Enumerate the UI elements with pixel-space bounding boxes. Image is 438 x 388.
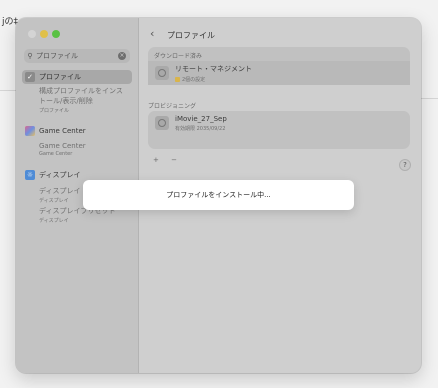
sidebar-item-profiles[interactable]: ✓ プロファイル	[22, 70, 132, 84]
search-input[interactable]: ⚲ プロファイル ×	[24, 49, 130, 63]
sidebar-subresult-install-profiles[interactable]: 構成プロファイルをインストール/表示/削除 プロファイル	[39, 86, 129, 114]
provisioning-title: iMovie_27_Sep	[175, 114, 227, 123]
magnifier-icon: ⚲	[27, 52, 33, 60]
search-value: プロファイル	[36, 52, 78, 60]
background-divider	[420, 98, 438, 99]
game-center-icon	[25, 126, 35, 136]
profile-subtitle: 2個の設定	[175, 76, 252, 83]
installing-profile-sheet: プロファイルをインストール中...	[83, 180, 354, 210]
sidebar-item-game-center[interactable]: Game Center	[22, 124, 132, 138]
display-icon: ☼	[25, 170, 35, 180]
profile-icon: ✓	[25, 72, 35, 82]
profile-title: リモート・マネジメント	[175, 64, 252, 73]
back-chevron-icon[interactable]: ‹	[150, 27, 154, 40]
clear-search-icon[interactable]: ×	[118, 52, 126, 60]
installing-message: プロファイルをインストール中...	[166, 191, 271, 199]
sidebar-item-label: プロファイル	[39, 73, 81, 81]
sidebar-subresult-category: ディスプレイ	[39, 198, 69, 204]
profile-row-remote-management[interactable]: リモート・マネジメント 2個の設定	[148, 61, 410, 85]
minimize-window-button[interactable]	[40, 30, 48, 38]
sidebar-item-label: Game Center	[39, 127, 86, 135]
warning-badge-icon	[175, 76, 180, 82]
page-title: プロファイル	[167, 31, 215, 40]
section-header-provisioning: プロビジョニング	[148, 103, 197, 110]
sidebar-subresult-title: 構成プロファイルをインストール/表示/削除	[39, 87, 123, 105]
sidebar-subresult-category: ディスプレイ	[39, 218, 69, 224]
section-header-downloaded: ダウンロード済み	[154, 53, 203, 60]
profile-settings-count: 2個の設定	[182, 76, 206, 83]
sidebar-subresult-title: ディスプレイ	[39, 187, 81, 195]
sidebar-item-label: ディスプレイ	[39, 171, 81, 179]
sidebar-subresult-title: Game Center	[39, 142, 86, 150]
provisioning-row-imovie[interactable]: iMovie_27_Sep 有効期限 2035/09/22	[148, 111, 410, 135]
zoom-window-button[interactable]	[52, 30, 60, 38]
provisioning-expiry: 有効期限 2035/09/22	[175, 125, 226, 132]
sidebar-subresult-category: Game Center	[39, 151, 73, 157]
add-remove-buttons[interactable]: + −	[153, 156, 182, 164]
provisioning-group: iMovie_27_Sep 有効期限 2035/09/22	[148, 111, 410, 149]
downloaded-profiles-group: ダウンロード済み リモート・マネジメント 2個の設定	[148, 47, 410, 85]
close-window-button[interactable]	[28, 30, 36, 38]
profile-gear-icon	[155, 66, 169, 80]
sidebar-subresult-game-center[interactable]: Game Center Game Center	[39, 142, 86, 157]
provisioning-profile-icon	[155, 116, 169, 130]
sidebar-subresult-category: プロファイル	[39, 108, 70, 114]
help-button[interactable]: ?	[399, 159, 411, 171]
background-divider	[0, 90, 16, 91]
sidebar-subresult-display[interactable]: ディスプレイ ディスプレイ	[39, 186, 81, 204]
